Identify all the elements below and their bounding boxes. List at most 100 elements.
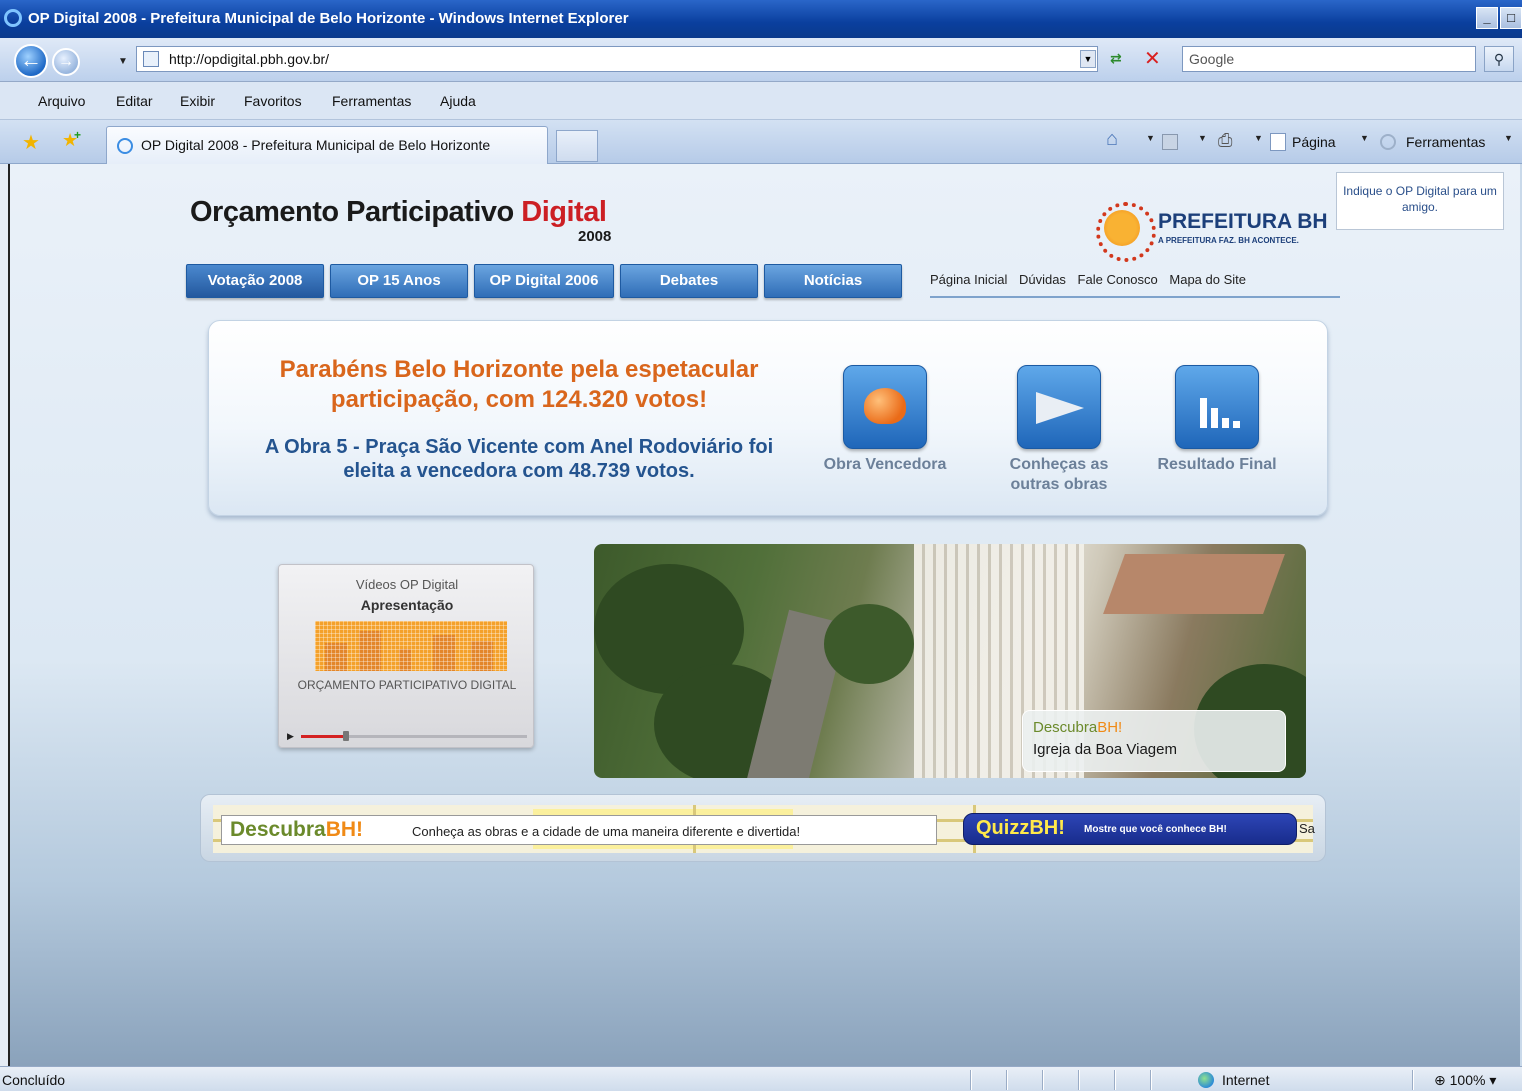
- obra-vencedora-tile: [843, 365, 927, 449]
- tab-debates[interactable]: Debates: [620, 264, 758, 298]
- ie-tab-icon: [117, 138, 133, 154]
- favorites-star-icon[interactable]: ★: [22, 130, 40, 155]
- site-title-accent: Digital: [521, 196, 607, 228]
- address-text: http://opdigital.pbh.gov.br/: [169, 51, 330, 67]
- hero-subtext: A Obra 5 - Praça São Vicente com Anel Ro…: [264, 436, 774, 482]
- link-mapa-do-site[interactable]: Mapa do Site: [1169, 272, 1246, 287]
- window-controls: _ □: [1476, 7, 1522, 29]
- tab-op-digital[interactable]: OP Digital 2008 - Prefeitura Municipal d…: [106, 126, 548, 164]
- page-menu-icon: [1270, 133, 1286, 151]
- prefeitura-logo-tagline: A PREFEITURA FAZ. BH ACONTECE.: [1158, 236, 1299, 245]
- window-left-edge: [0, 164, 10, 1066]
- history-dropdown-icon[interactable]: ▼: [118, 56, 128, 67]
- site-title-main: Orçamento Participativo: [190, 196, 522, 228]
- refresh-icon[interactable]: ⇄: [1110, 50, 1122, 67]
- tab-noticias[interactable]: Notícias: [764, 264, 902, 298]
- tools-menu[interactable]: Ferramentas: [1406, 130, 1485, 154]
- address-dropdown-icon[interactable]: ▼: [1080, 50, 1096, 68]
- tab-votacao-2008[interactable]: Votação 2008: [186, 264, 324, 298]
- tab-op-digital-2006[interactable]: OP Digital 2006: [474, 264, 614, 298]
- menu-editar[interactable]: Editar: [116, 93, 153, 109]
- link-fale-conosco[interactable]: Fale Conosco: [1078, 272, 1158, 287]
- banner-brand: DescubraBH!: [230, 818, 364, 841]
- video-seek-handle[interactable]: [343, 731, 349, 741]
- page-menu[interactable]: Página: [1292, 130, 1336, 154]
- forward-button[interactable]: →: [52, 48, 80, 76]
- banner-text: Conheça as obras e a cidade de uma manei…: [412, 824, 801, 839]
- page-viewport: Orçamento Participativo Digital 2008 PRE…: [10, 164, 1520, 1066]
- descubra-bh-photo[interactable]: DescubraBH! Igreja da Boa Viagem: [594, 544, 1306, 778]
- menu-ferramentas[interactable]: Ferramentas: [332, 93, 411, 109]
- feeds-icon[interactable]: [1162, 134, 1178, 150]
- address-toolbar: ← → ▼ http://opdigital.pbh.gov.br/ ▼ ⇄ ✕…: [0, 38, 1522, 82]
- add-favorite-icon[interactable]: ★: [62, 128, 81, 151]
- menu-arquivo[interactable]: Arquivo: [38, 93, 85, 109]
- menu-ajuda[interactable]: Ajuda: [440, 93, 476, 109]
- security-zone[interactable]: Internet: [1222, 1072, 1269, 1088]
- utility-links: Página Inicial Dúvidas Fale Conosco Mapa…: [930, 272, 1348, 287]
- menu-favoritos[interactable]: Favoritos: [244, 93, 302, 109]
- zoom-level[interactable]: ⊕ 100% ▾: [1434, 1072, 1496, 1089]
- resultado-final-tile: [1175, 365, 1259, 449]
- link-duvidas[interactable]: Dúvidas: [1019, 272, 1066, 287]
- home-dropdown-icon[interactable]: ▼: [1146, 133, 1155, 143]
- video-progress: [301, 735, 346, 738]
- resultado-final-label: Resultado Final: [1157, 456, 1277, 473]
- bar-chart-icon: [1200, 388, 1240, 428]
- page-icon: [143, 51, 159, 67]
- play-icon[interactable]: ▶: [287, 731, 294, 742]
- outras-obras-label: Conheças as outras obras: [1009, 456, 1109, 493]
- site-title-year: 2008: [578, 228, 612, 245]
- new-tab-button[interactable]: [556, 130, 598, 162]
- tools-gear-icon: [1380, 134, 1396, 150]
- internet-zone-icon: [1198, 1072, 1214, 1088]
- utility-divider: [930, 296, 1340, 298]
- menu-exibir[interactable]: Exibir: [180, 93, 215, 109]
- plane-icon: [1036, 392, 1084, 424]
- home-icon[interactable]: ⌂: [1106, 128, 1118, 151]
- photo-place: Igreja da Boa Viagem: [1033, 741, 1177, 758]
- link-pagina-inicial[interactable]: Página Inicial: [930, 272, 1007, 287]
- back-button[interactable]: ←: [14, 44, 48, 78]
- stop-icon[interactable]: ✕: [1144, 46, 1161, 71]
- minimize-button[interactable]: _: [1476, 7, 1498, 29]
- outras-obras-tile: [1017, 365, 1101, 449]
- descubra-bh-link[interactable]: DescubraBH! Conheça as obras e a cidade …: [221, 815, 937, 845]
- photo-roof: [1103, 554, 1285, 614]
- resultado-final-button[interactable]: Resultado Final: [1147, 365, 1287, 475]
- tools-dropdown-icon[interactable]: ▼: [1504, 133, 1513, 143]
- tab-bar: ★ ★ OP Digital 2008 - Prefeitura Municip…: [0, 120, 1522, 164]
- video-player[interactable]: Vídeos OP Digital Apresentação ORÇAMENTO…: [278, 564, 534, 748]
- feeds-dropdown-icon[interactable]: ▼: [1198, 133, 1207, 143]
- obra-vencedora-button[interactable]: Obra Vencedora: [815, 365, 955, 475]
- hero-headline: Parabéns Belo Horizonte pela espetacular…: [279, 356, 759, 413]
- descubra-bh-banner[interactable]: DescubraBH! Conheça as obras e a cidade …: [200, 794, 1326, 862]
- outras-obras-button[interactable]: Conheças as outras obras: [989, 365, 1129, 495]
- maximize-button[interactable]: □: [1500, 7, 1522, 29]
- search-icon[interactable]: ⚲: [1484, 46, 1514, 72]
- ie-logo-icon: [4, 9, 22, 27]
- helmet-icon: [864, 388, 906, 424]
- search-input[interactable]: Google: [1182, 46, 1476, 72]
- quizz-name: QuizzBH!: [976, 817, 1065, 839]
- photo-brand: DescubraBH!: [1033, 719, 1123, 736]
- map-street-label: Sa: [1299, 821, 1315, 836]
- page-dropdown-icon[interactable]: ▼: [1360, 133, 1369, 143]
- status-text: Concluído: [2, 1072, 66, 1088]
- video-title: Vídeos OP Digital: [355, 577, 459, 592]
- quizz-text: Mostre que você conhece BH!: [1084, 824, 1227, 835]
- quizz-bh-button[interactable]: QuizzBH! Mostre que você conhece BH!: [963, 813, 1297, 845]
- indique-amigo-link[interactable]: Indique o OP Digital para um amigo.: [1336, 172, 1504, 230]
- tab-op-15-anos[interactable]: OP 15 Anos: [330, 264, 468, 298]
- print-dropdown-icon[interactable]: ▼: [1254, 133, 1263, 143]
- address-input[interactable]: http://opdigital.pbh.gov.br/: [136, 46, 1098, 72]
- prefeitura-logo-name[interactable]: PREFEITURA BH: [1158, 210, 1328, 234]
- print-icon[interactable]: ⎙: [1218, 130, 1232, 151]
- video-subtitle: Apresentação: [360, 597, 454, 613]
- hero-panel: Parabéns Belo Horizonte pela espetacular…: [208, 320, 1328, 516]
- tab-label: OP Digital 2008 - Prefeitura Municipal d…: [141, 137, 491, 153]
- window-titlebar: OP Digital 2008 - Prefeitura Municipal d…: [0, 0, 1522, 38]
- status-bar: Concluído Internet ⊕ 100% ▾: [0, 1066, 1522, 1091]
- op-digital-skyline-logo: [315, 621, 507, 671]
- photo-caption: DescubraBH! Igreja da Boa Viagem: [1022, 710, 1286, 772]
